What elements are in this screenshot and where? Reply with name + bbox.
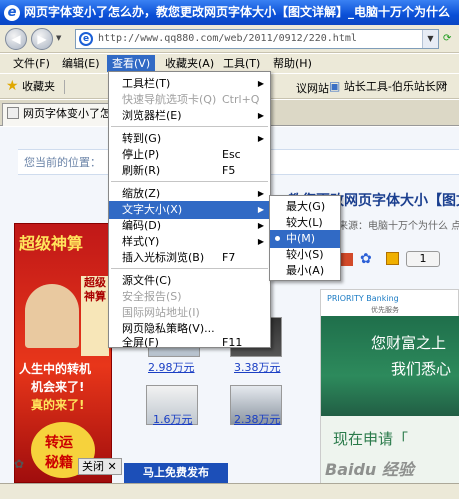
view-menu: 工具栏(T) ▶ 快速导航选项卡(Q) Ctrl+Q 浏览器栏(E) ▶ 转到(G) ▶… [108,71,271,349]
ad-portrait-image [25,284,79,348]
close-ad-button[interactable]: 关闭 ✕ [78,458,122,475]
menu-separator [111,268,268,269]
ad-line-1: 人生中的转机 [19,362,92,376]
forward-arrow-icon: ▶ [37,32,47,46]
menu-tools[interactable]: 工具(T) [218,55,265,72]
bank-brand: PRIORITY Banking [327,294,399,303]
car-price-4[interactable]: 2.38万元 [234,411,281,427]
publish-button[interactable]: 马上免费发布 [124,463,228,483]
share-icon[interactable] [340,253,353,266]
ad-side-banner: 超级神算 [81,276,109,356]
ie-logo-icon: e [4,5,20,21]
fav-link-1[interactable]: 议网站 [296,80,329,96]
close-x-icon: ✕ [107,460,117,473]
text-size-medium-label: 中(M) [286,232,316,245]
fav-link-2[interactable]: ▣ 站长工具-伯乐站长网 [329,78,447,94]
tab-page-icon [7,107,19,119]
ad-line-2: 机会来了! [31,380,85,394]
ad-bottom-line-2: 秘籍 [45,455,73,471]
apply-text: 现在申请「 [333,430,409,448]
view-menu-caret-browsing[interactable]: 插入光标浏览(B) F7 [109,249,270,267]
tab-current[interactable]: 网页字体变小了怎 [2,103,112,126]
view-menu-refresh[interactable]: 刷新(R) F5 [109,162,270,180]
article-meta: 来源：电脑十万个为什么 点 [338,221,459,232]
favorites-label: 收藏夹 [22,80,56,93]
selected-bullet-icon [275,236,280,241]
tab-label: 网页字体变小了怎 [23,107,111,120]
text-size-smallest[interactable]: 最小(A) [270,262,340,280]
ad-line-3: 真的来了! [31,398,85,412]
bookmark-icon[interactable] [386,252,399,265]
back-arrow-icon: ◀ [11,32,21,46]
car-price-3[interactable]: 1.6万元 [153,411,193,427]
page-counter[interactable]: 1 [406,251,440,267]
back-button[interactable]: ◀ [5,28,27,50]
forward-button[interactable]: ▶ [31,28,53,50]
breadcrumb: 您当前的位置： [24,156,101,169]
window-title-bar: e 网页字体变小了怎么办，教您更改网页字体大小【图文详解】_电脑十万个为什么 [0,0,459,25]
view-menu-fullscreen[interactable]: 全屏(F) F11 [109,334,270,352]
menu-separator [111,181,268,182]
close-label: 关闭 [82,460,104,473]
address-dropdown-icon[interactable]: ▼ [422,30,438,48]
address-input[interactable]: http://www.qq880.com/web/2011/0912/220.h… [98,30,357,48]
paw-small-icon: ✿ [14,457,25,471]
page-counter-label: 1 [419,252,427,265]
menu-favorites[interactable]: 收藏夹(A) [160,55,219,72]
star-icon: ★ [6,78,19,94]
favorites-button[interactable]: ★ 收藏夹 [6,78,55,94]
menu-edit[interactable]: 编辑(E) [57,55,105,72]
menu-help[interactable]: 帮助(H) [268,55,317,72]
right-advertisement[interactable]: PRIORITY Banking 优先服务 您财富之上 我们悉心 现在申请「 B… [320,289,459,483]
bank-brand-cn: 优先服务 [371,306,399,314]
view-menu-explorer-bar[interactable]: 浏览器栏(E) ▶ [109,107,270,125]
refresh-icon[interactable]: ⟳ [443,33,451,44]
window-title: 网页字体变小了怎么办，教您更改网页字体大小【图文详解】_电脑十万个为什么 [24,5,451,19]
ad-title: 超级神算 [19,234,84,253]
publish-label: 马上免费发布 [143,466,209,479]
menu-view[interactable]: 查看(V) [107,55,156,72]
ad-bottom-line-1: 转运 [45,435,73,451]
navigation-bar: ◀ ▶ ▼ e http://www.qq880.com/web/2011/09… [0,25,459,53]
paw-icon[interactable]: ✿ [360,251,372,267]
favbar-divider [64,80,65,94]
bank-line-2: 我们悉心 [391,360,452,378]
link-page-icon: ▣ [329,79,341,93]
menu-file[interactable]: 文件(F) [8,55,55,72]
baidu-watermark: Baidu 经验 [325,460,414,479]
car-price-2[interactable]: 3.38万元 [234,359,281,375]
status-bar [0,483,459,499]
menu-separator [111,126,268,127]
text-size-submenu: 最大(G) 较大(L) 中(M) 较小(S) 最小(A) [269,195,341,281]
address-bar[interactable]: e http://www.qq880.com/web/2011/0912/220… [75,29,439,49]
left-advertisement[interactable]: 超级神算 超级神算 人生中的转机 机会来了! 真的来了! 转运 秘籍 [14,223,112,483]
history-dropdown-icon[interactable]: ▼ [56,34,61,42]
car-price-1[interactable]: 2.98万元 [148,359,195,375]
bank-line-1: 您财富之上 [371,334,447,352]
more-favorites-icon[interactable]: » [442,80,448,90]
page-icon: e [79,32,93,46]
fav-link-2-label: 站长工具-伯乐站长网 [343,80,447,93]
